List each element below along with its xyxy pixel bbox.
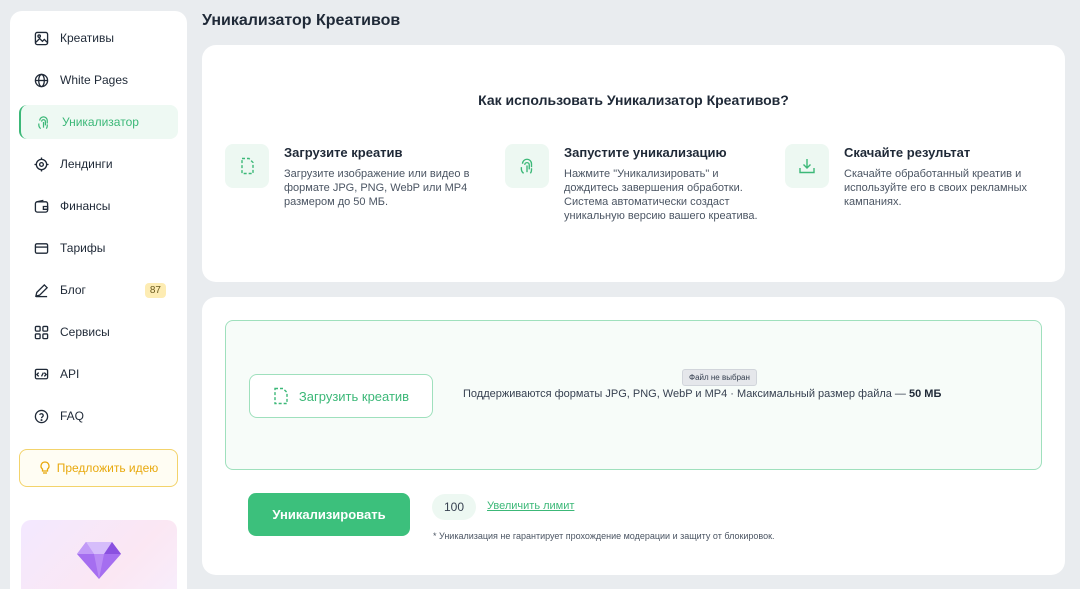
step-description: Загрузите изображение или видео в формат… [284, 168, 470, 208]
sidebar-item-label: Финансы [60, 199, 111, 213]
sidebar-item-services[interactable]: Сервисы [19, 315, 178, 349]
upload-card: Файл не выбран Загрузить креатив Поддерж… [202, 297, 1065, 575]
wallet-icon [33, 198, 49, 214]
sidebar-item-label: Креативы [60, 31, 114, 45]
target-icon [33, 156, 49, 172]
file-upload-icon [225, 144, 269, 188]
disclaimer-text: * Уникализация не гарантирует прохождени… [433, 531, 775, 541]
step-title: Загрузите креатив [284, 145, 403, 160]
fingerprint-icon [505, 144, 549, 188]
step-title: Скачайте результат [844, 145, 971, 160]
image-icon [33, 30, 49, 46]
pen-icon [33, 282, 49, 298]
sidebar-item-label: Лендинги [60, 157, 113, 171]
sidebar-item-finances[interactable]: Финансы [19, 189, 178, 223]
file-status-tooltip: Файл не выбран [682, 369, 757, 386]
sidebar: Креативы White Pages Уникализатор Лендин… [10, 11, 187, 589]
globe-icon [33, 72, 49, 88]
diamond-icon [76, 540, 122, 589]
lightbulb-icon [39, 461, 51, 475]
fingerprint-icon [35, 114, 51, 130]
how-to-title: Как использовать Уникализатор Креативов? [478, 92, 789, 108]
step-description: Скачайте обработанный креатив и использу… [844, 168, 1028, 208]
sidebar-item-api[interactable]: API [19, 357, 178, 391]
download-icon [785, 144, 829, 188]
max-size-value: 50 МБ [909, 388, 942, 400]
api-icon [33, 366, 49, 382]
sidebar-item-label: Сервисы [60, 325, 110, 339]
sidebar-item-landings[interactable]: Лендинги [19, 147, 178, 181]
step-description: Нажмите "Уникализировать" и дождитесь за… [564, 168, 758, 222]
card-icon [33, 240, 49, 256]
grid-icon [33, 324, 49, 340]
limit-counter: 100 [432, 494, 476, 520]
sidebar-item-blog[interactable]: Блог 87 [19, 273, 178, 307]
promo-banner[interactable] [21, 520, 177, 589]
step-title: Запустите уникализацию [564, 145, 727, 160]
upload-button-label: Загрузить креатив [298, 388, 410, 404]
file-upload-icon [273, 387, 289, 405]
file-dropzone[interactable]: Файл не выбран Загрузить креатив Поддерж… [225, 320, 1042, 470]
supported-formats-text: Поддерживаются форматы JPG, PNG, WebP и … [463, 388, 941, 400]
sidebar-item-label: Уникализатор [62, 115, 139, 129]
sidebar-item-creatives[interactable]: Креативы [19, 21, 178, 55]
suggest-idea-button[interactable]: Предложить идею [19, 449, 178, 487]
sidebar-item-faq[interactable]: FAQ [19, 399, 178, 433]
sidebar-item-label: Тарифы [60, 241, 106, 255]
page-title: Уникализатор Креативов [202, 12, 401, 29]
sidebar-item-tariffs[interactable]: Тарифы [19, 231, 178, 265]
sidebar-item-label: White Pages [60, 73, 129, 87]
suggest-idea-label: Предложить идею [56, 461, 159, 475]
increase-limit-link[interactable]: Увеличить лимит [487, 500, 574, 512]
blog-count-badge: 87 [144, 283, 166, 298]
help-icon [33, 408, 49, 424]
sidebar-item-white-pages[interactable]: White Pages [19, 63, 178, 97]
upload-creative-button[interactable]: Загрузить креатив [249, 374, 433, 418]
formats-text: Поддерживаются форматы JPG, PNG, WebP и … [463, 388, 906, 400]
uniquify-button[interactable]: Уникализировать [248, 493, 410, 536]
sidebar-item-label: Блог [60, 283, 86, 297]
how-to-card: Как использовать Уникализатор Креативов?… [202, 45, 1065, 282]
sidebar-item-label: API [60, 367, 80, 381]
sidebar-item-uniquifier[interactable]: Уникализатор [19, 105, 178, 139]
sidebar-item-label: FAQ [60, 409, 85, 423]
